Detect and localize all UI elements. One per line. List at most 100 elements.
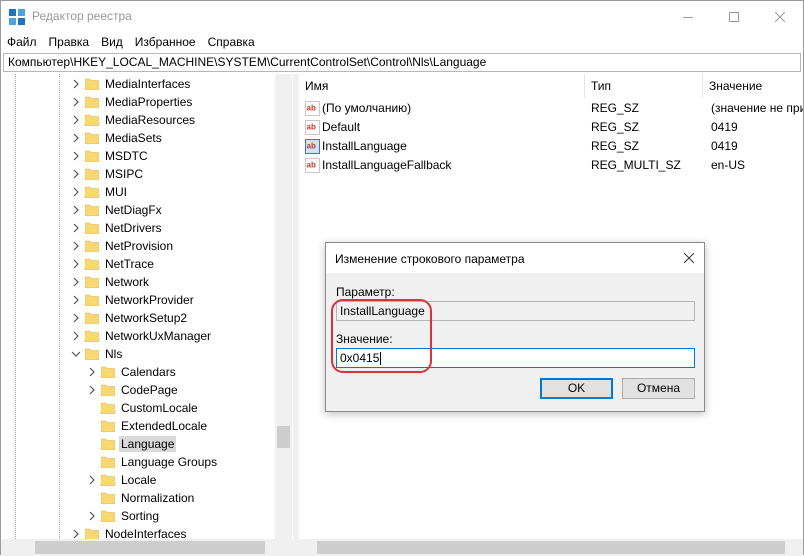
tree-item-label: NetDrivers: [105, 221, 162, 235]
tree-item[interactable]: MediaSets: [1, 129, 275, 147]
menu-favorites[interactable]: Избранное: [129, 32, 202, 52]
maximize-icon: [729, 11, 739, 22]
folder-icon: [85, 114, 99, 126]
chevron-right-icon[interactable]: [87, 511, 97, 521]
maximize-button[interactable]: [711, 1, 757, 32]
value-row[interactable]: ab InstallLanguageFallback REG_MULTI_SZ en-…: [299, 156, 803, 175]
tree-item[interactable]: Calendars: [1, 363, 275, 381]
chevron-right-icon[interactable]: [71, 529, 81, 539]
tree-item[interactable]: Nls: [1, 345, 275, 363]
tree-item[interactable]: Locale: [1, 471, 275, 489]
folder-icon: [85, 96, 99, 108]
folder-icon: [101, 474, 115, 486]
chevron-right-icon[interactable]: [71, 133, 81, 143]
tree-item-label: NetworkProvider: [105, 293, 194, 307]
tree-vertical-scrollbar[interactable]: [275, 74, 292, 539]
param-label: Параметр:: [336, 285, 395, 299]
tree-item[interactable]: NetworkSetup2: [1, 309, 275, 327]
value-type: REG_MULTI_SZ: [591, 158, 681, 172]
tree-horizontal-scrollbar[interactable]: [1, 539, 275, 556]
tree-item[interactable]: CustomLocale: [1, 399, 275, 417]
svg-text:ab: ab: [307, 104, 316, 113]
tree-item[interactable]: NetDiagFx: [1, 201, 275, 219]
close-button[interactable]: [757, 1, 803, 32]
key-tree[interactable]: MediaInterfaces MediaProperties MediaResou…: [1, 74, 293, 539]
chevron-right-icon[interactable]: [71, 151, 81, 161]
folder-icon: [85, 240, 99, 252]
menu-help[interactable]: Справка: [202, 32, 261, 52]
folder-icon: [101, 438, 115, 450]
chevron-right-icon[interactable]: [87, 385, 97, 395]
tree-item[interactable]: MSIPC: [1, 165, 275, 183]
menu-file[interactable]: Файл: [1, 32, 43, 52]
tree-item[interactable]: MediaResources: [1, 111, 275, 129]
chevron-right-icon[interactable]: [71, 223, 81, 233]
tree-item[interactable]: NodeInterfaces: [1, 525, 275, 539]
red-highlight-annotation: [331, 299, 432, 373]
chevron-right-icon[interactable]: [71, 97, 81, 107]
column-header-name[interactable]: Имя: [299, 74, 585, 98]
chevron-right-icon[interactable]: [71, 187, 81, 197]
chevron-right-icon[interactable]: [71, 277, 81, 287]
tree-item[interactable]: MediaProperties: [1, 93, 275, 111]
address-bar[interactable]: Компьютер\HKEY_LOCAL_MACHINE\SYSTEM\Curr…: [3, 53, 801, 72]
chevron-right-icon[interactable]: [87, 475, 97, 485]
folder-icon: [85, 312, 99, 324]
tree-item-label: MSIPC: [105, 167, 144, 181]
tree-item[interactable]: NetProvision: [1, 237, 275, 255]
menu-view[interactable]: Вид: [95, 32, 129, 52]
tree-item[interactable]: NetworkProvider: [1, 291, 275, 309]
tree-item[interactable]: Sorting: [1, 507, 275, 525]
chevron-right-icon[interactable]: [71, 205, 81, 215]
tree-item[interactable]: MUI: [1, 183, 275, 201]
tree-item[interactable]: ExtendedLocale: [1, 417, 275, 435]
scrollbar-corner: [275, 539, 293, 556]
chevron-right-icon[interactable]: [71, 331, 81, 341]
dialog-title-bar[interactable]: Изменение строкового параметра: [326, 243, 704, 273]
column-header-value[interactable]: Значение: [703, 74, 803, 98]
tree-item[interactable]: NetTrace: [1, 255, 275, 273]
chevron-right-icon[interactable]: [71, 313, 81, 323]
chevron-right-icon[interactable]: [87, 367, 97, 377]
minimize-button[interactable]: [665, 1, 711, 32]
folder-icon: [101, 384, 115, 396]
value-row[interactable]: ab (По умолчанию) REG_SZ (значение не присв…: [299, 99, 803, 118]
title-bar[interactable]: Редактор реестра: [1, 1, 803, 32]
tree-item[interactable]: CodePage: [1, 381, 275, 399]
dialog-close-button[interactable]: [674, 243, 704, 273]
cancel-button[interactable]: Отмена: [622, 378, 695, 399]
tree-hscroll-thumb[interactable]: [35, 541, 265, 554]
ok-button[interactable]: OK: [540, 378, 613, 399]
value-name: Default: [322, 120, 361, 134]
menu-edit[interactable]: Правка: [43, 32, 96, 52]
tree-scroll-thumb[interactable]: [277, 426, 290, 448]
chevron-down-icon[interactable]: [71, 349, 81, 359]
list-hscroll-thumb[interactable]: [317, 541, 785, 554]
column-header-type[interactable]: Тип: [585, 74, 703, 98]
string-value-icon: ab: [305, 158, 320, 173]
list-horizontal-scrollbar[interactable]: [299, 539, 803, 556]
tree-item[interactable]: MSDTC: [1, 147, 275, 165]
tree-item-label: MUI: [105, 185, 127, 199]
tree-item[interactable]: Normalization: [1, 489, 275, 507]
tree-item[interactable]: Language: [1, 435, 275, 453]
chevron-right-icon[interactable]: [71, 115, 81, 125]
tree-item[interactable]: Language Groups: [1, 453, 275, 471]
folder-icon: [85, 186, 99, 198]
chevron-right-icon[interactable]: [71, 79, 81, 89]
tree-item[interactable]: NetDrivers: [1, 219, 275, 237]
dialog-title: Изменение строкового параметра: [335, 252, 525, 266]
tree-item[interactable]: MediaInterfaces: [1, 75, 275, 93]
value-data: 0419: [711, 120, 738, 134]
tree-item[interactable]: Network: [1, 273, 275, 291]
value-row[interactable]: ab Default REG_SZ 0419: [299, 118, 803, 137]
tree-item-label: NetTrace: [105, 257, 154, 271]
chevron-right-icon[interactable]: [71, 259, 81, 269]
tree-item[interactable]: NetworkUxManager: [1, 327, 275, 345]
chevron-right-icon[interactable]: [71, 241, 81, 251]
value-row[interactable]: ab InstallLanguage REG_SZ 0419: [299, 137, 803, 156]
tree-item-label: Calendars: [121, 365, 176, 379]
chevron-right-icon[interactable]: [71, 169, 81, 179]
tree-item-label: NetDiagFx: [105, 203, 162, 217]
chevron-right-icon[interactable]: [71, 295, 81, 305]
